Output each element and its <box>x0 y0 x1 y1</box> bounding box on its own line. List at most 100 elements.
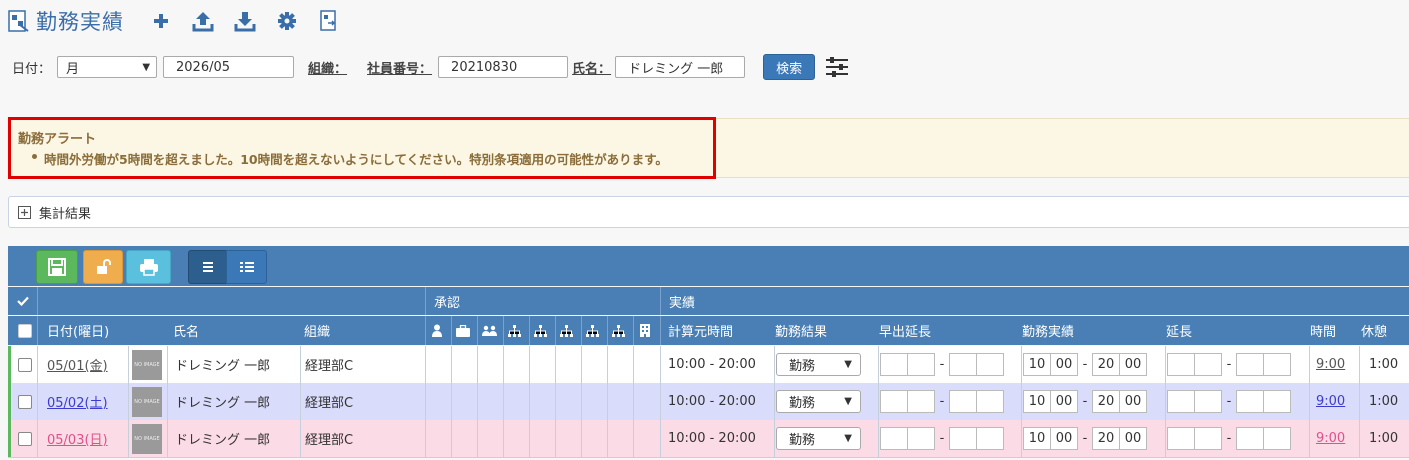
hour-input[interactable]: 20 <box>1092 390 1120 413</box>
upload-button[interactable] <box>186 6 220 36</box>
detail-view-button[interactable] <box>226 250 267 284</box>
add-button[interactable] <box>144 6 178 36</box>
org-name: 経理部C <box>305 359 354 374</box>
filter-settings-icon[interactable] <box>825 56 849 78</box>
org-label[interactable]: 組織： <box>308 58 347 77</box>
month-input-value: 2026/05 <box>176 59 231 75</box>
minute-input[interactable] <box>1195 427 1222 450</box>
minute-input[interactable]: 00 <box>1051 390 1078 413</box>
work-result-select[interactable]: 勤務 ▼ <box>776 383 861 420</box>
emp-no-input[interactable]: 20210830 <box>438 56 569 78</box>
org-tree-icon-1 <box>508 316 521 345</box>
minute-input[interactable] <box>908 353 935 376</box>
actual-start: 10 00 <box>1023 427 1078 450</box>
month-input[interactable]: 2026/05 <box>163 56 295 78</box>
col-break[interactable]: 休憩 <box>1361 316 1387 345</box>
date-label: 日付： <box>12 61 52 77</box>
actual-group-header: 実績 <box>669 295 696 311</box>
period-select[interactable]: 月 ▼ <box>57 56 158 78</box>
col-extension[interactable]: 延長 <box>1166 316 1192 345</box>
hour-input[interactable] <box>949 390 977 413</box>
hour-input[interactable]: 10 <box>1023 353 1051 376</box>
page-title: 勤務実績 <box>36 10 124 34</box>
expand-icon[interactable] <box>18 205 31 219</box>
save-button[interactable] <box>36 250 78 284</box>
date-link[interactable]: 05/01(金) <box>47 346 108 383</box>
minute-input[interactable] <box>908 390 935 413</box>
hour-input[interactable]: 20 <box>1092 353 1120 376</box>
settings-button[interactable] <box>270 6 304 36</box>
minute-input[interactable]: 00 <box>1120 390 1147 413</box>
minute-input[interactable] <box>1195 353 1222 376</box>
actual-start: 10 00 <box>1023 390 1078 413</box>
hour-input[interactable] <box>1167 390 1195 413</box>
hour-input[interactable] <box>880 353 908 376</box>
hour-input[interactable] <box>880 390 908 413</box>
hour-input[interactable] <box>1236 427 1264 450</box>
compact-view-button[interactable] <box>188 250 228 284</box>
break-time: 1:00 <box>1369 431 1399 446</box>
approval-group-header: 承認 <box>434 295 461 311</box>
work-result-select[interactable]: 勤務 ▼ <box>776 346 861 383</box>
unlock-button[interactable] <box>83 250 123 284</box>
col-date[interactable]: 日付(曜日) <box>47 316 109 345</box>
work-time-link[interactable]: 9:00 <box>1316 346 1345 383</box>
hour-input[interactable]: 10 <box>1023 390 1051 413</box>
summary-panel[interactable]: 集計結果 <box>8 196 1409 228</box>
col-calc-time[interactable]: 計算元時間 <box>668 316 733 345</box>
col-org[interactable]: 組織 <box>304 316 330 345</box>
hour-input[interactable] <box>949 353 977 376</box>
name-label[interactable]: 氏名： <box>572 58 611 77</box>
minute-input[interactable] <box>977 390 1004 413</box>
export-button[interactable] <box>312 6 346 36</box>
minute-input[interactable] <box>1264 353 1291 376</box>
hour-input[interactable] <box>1236 353 1264 376</box>
work-result-select[interactable]: 勤務 ▼ <box>776 420 861 457</box>
grid-toolbar <box>8 246 1409 286</box>
date-link[interactable]: 05/02(土) <box>47 383 108 420</box>
work-time-link[interactable]: 9:00 <box>1316 383 1345 420</box>
emp-no-label[interactable]: 社員番号： <box>367 58 432 77</box>
alert-title: 勤務アラート <box>18 132 97 147</box>
col-time[interactable]: 時間 <box>1310 316 1336 345</box>
hour-input[interactable]: 10 <box>1023 427 1051 450</box>
minute-input[interactable] <box>908 427 935 450</box>
work-result-value: 勤務 <box>789 433 816 448</box>
hour-input[interactable] <box>1167 427 1195 450</box>
hour-input[interactable]: 20 <box>1092 427 1120 450</box>
minute-input[interactable]: 00 <box>1120 427 1147 450</box>
ext-to <box>1236 390 1291 413</box>
search-button[interactable]: 検索 <box>763 54 816 80</box>
row-checkbox[interactable] <box>18 420 32 457</box>
row-status-bar <box>8 420 11 457</box>
row-checkbox[interactable] <box>18 383 32 420</box>
minute-input[interactable]: 00 <box>1051 427 1078 450</box>
emp-no-input-value: 20210830 <box>451 59 518 75</box>
col-early-ext[interactable]: 早出延長 <box>879 316 931 345</box>
check-all-icon[interactable] <box>17 287 29 315</box>
col-actual-work[interactable]: 勤務実績 <box>1022 316 1074 345</box>
download-button[interactable] <box>228 6 262 36</box>
col-work-result[interactable]: 勤務結果 <box>775 316 827 345</box>
hour-input[interactable] <box>880 427 908 450</box>
plus-icon <box>154 14 168 28</box>
select-all-checkbox[interactable] <box>18 316 32 345</box>
hour-input[interactable] <box>949 427 977 450</box>
minute-input[interactable] <box>977 353 1004 376</box>
date-link[interactable]: 05/03(日) <box>47 420 108 457</box>
work-time-link[interactable]: 9:00 <box>1316 420 1345 457</box>
row-checkbox[interactable] <box>18 346 32 383</box>
print-button[interactable] <box>126 250 171 284</box>
name-input[interactable]: ドレミング 一郎 <box>615 56 746 78</box>
minute-input[interactable] <box>1195 390 1222 413</box>
minute-input[interactable] <box>1264 390 1291 413</box>
minute-input[interactable] <box>977 427 1004 450</box>
hour-input[interactable] <box>1167 353 1195 376</box>
minute-input[interactable]: 00 <box>1120 353 1147 376</box>
minute-input[interactable] <box>1264 427 1291 450</box>
col-name[interactable]: 氏名 <box>173 316 199 345</box>
actual-work-inputs: 10 00-20 00 <box>1023 383 1147 420</box>
ext-to <box>1236 427 1291 450</box>
hour-input[interactable] <box>1236 390 1264 413</box>
minute-input[interactable]: 00 <box>1051 353 1078 376</box>
